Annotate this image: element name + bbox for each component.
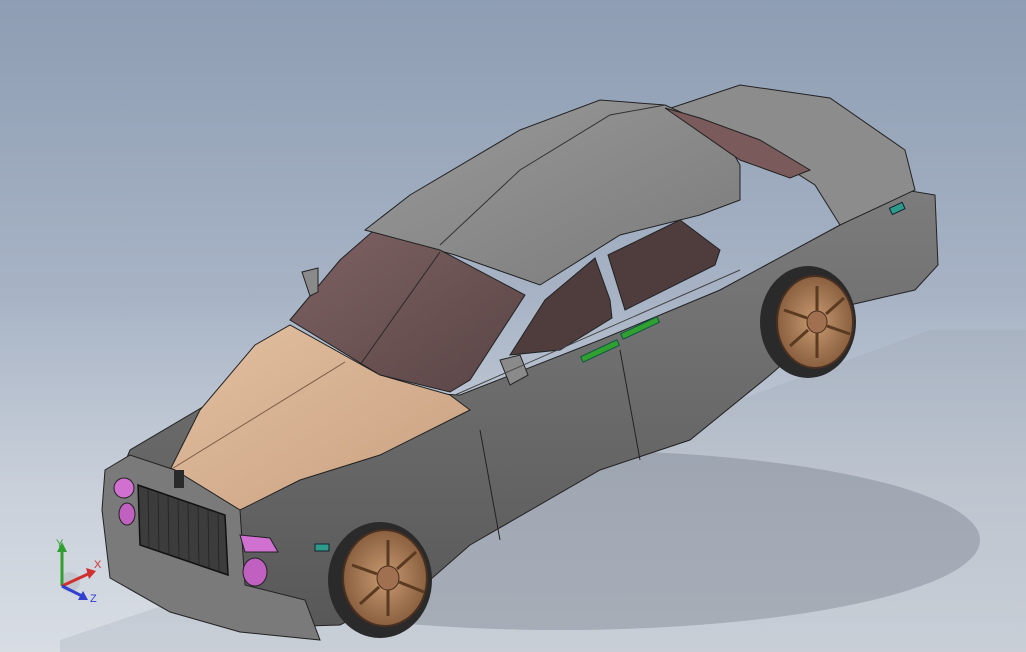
- side-marker-front: [314, 543, 330, 552]
- front-wheel[interactable]: [328, 522, 432, 638]
- x-axis-label: X: [94, 559, 102, 571]
- headlight-left-upper: [113, 477, 135, 499]
- axis-triad: Y X Z: [56, 538, 102, 605]
- rear-wheel[interactable]: [760, 266, 856, 378]
- car-model[interactable]: [0, 0, 1026, 652]
- y-axis-label: Y: [56, 538, 64, 550]
- headlight-left-lower: [118, 502, 136, 526]
- mirror-left: [301, 267, 319, 297]
- headlight-right-lower: [242, 557, 268, 587]
- hood-ornament: [174, 470, 184, 488]
- graphics-viewport[interactable]: Y X Z: [0, 0, 1026, 652]
- z-axis-label: Z: [90, 593, 97, 605]
